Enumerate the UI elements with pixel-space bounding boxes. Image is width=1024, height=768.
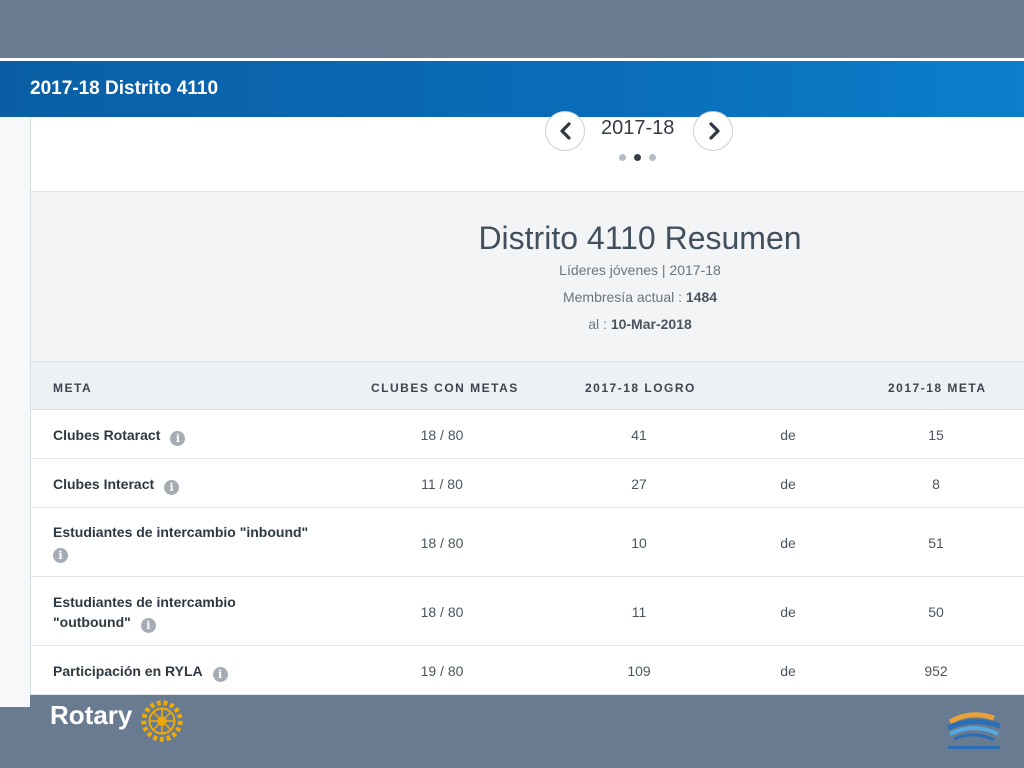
rotary-wheel-icon <box>141 700 183 742</box>
info-icon[interactable]: i <box>164 480 180 495</box>
table-header: META CLUBES CON METAS 2017-18 LOGRO 2017… <box>31 362 1024 410</box>
goal-name: Estudiantes de intercambio "inbound" i <box>53 522 343 563</box>
target-value: 51 <box>928 535 944 551</box>
clubes-value: 18 / 80 <box>420 427 464 443</box>
membership-label: Membresía actual : <box>562 289 686 305</box>
de-text: de <box>780 476 796 492</box>
membership-line: Membresía actual : 1484 <box>31 289 1024 305</box>
goal-name-text: Clubes Interact <box>53 476 155 492</box>
date-value: 10-Mar-2018 <box>610 316 692 332</box>
table-row: Clubes Rotaract i 18 / 80 41 de 15 <box>31 410 1024 459</box>
info-icon[interactable]: i <box>170 431 186 446</box>
year-dots <box>619 148 664 161</box>
logro-value: 11 <box>631 604 647 620</box>
clubes-value: 18 / 80 <box>420 604 464 620</box>
summary-title: Distrito 4110 Resumen <box>478 220 802 256</box>
table-row: Estudiantes de intercambio "inbound" i 18… <box>31 508 1024 577</box>
clubes-value: 18 / 80 <box>420 535 464 551</box>
table-row: Estudiantes de intercambio "outbound" i 1… <box>31 577 1024 646</box>
de-text: de <box>780 535 796 551</box>
page-title: 2017-18 Distrito 4110 <box>30 78 219 99</box>
year-selector: 2017-18 <box>31 111 1024 192</box>
year-label: 2017-18 <box>601 117 675 139</box>
de-text: de <box>780 604 796 620</box>
goal-name-text: Clubes Rotaract <box>53 427 161 443</box>
year-dot[interactable] <box>619 154 626 161</box>
info-icon[interactable]: i <box>212 667 228 682</box>
year-dot[interactable] <box>649 154 656 161</box>
goal-name-text: Participación en RYLA <box>53 663 203 679</box>
goal-name: Estudiantes de intercambio "outbound" i <box>53 592 273 633</box>
column-header-logro[interactable]: 2017-18 LOGRO <box>585 381 696 395</box>
target-value: 15 <box>928 427 944 443</box>
prev-year-button[interactable] <box>545 111 585 151</box>
content-panel: 2017-18 Distrito 4110 Resumen Líderes jó… <box>30 111 1024 695</box>
membership-value: 1484 <box>685 289 718 305</box>
logro-value: 27 <box>631 476 647 492</box>
clubes-value: 11 / 80 <box>421 476 463 492</box>
de-text: de <box>780 427 796 443</box>
goal-name-text: Estudiantes de intercambio "inbound" <box>53 524 309 540</box>
clubes-value: 19 / 80 <box>420 663 464 679</box>
column-header-target[interactable]: 2017-18 META <box>888 381 986 395</box>
column-header-meta[interactable]: META <box>53 381 92 395</box>
chevron-left-icon <box>560 122 571 140</box>
de-text: de <box>780 663 796 679</box>
left-gutter <box>0 117 30 707</box>
year-dot-active[interactable] <box>634 154 641 161</box>
table-row: Clubes Interact i 11 / 80 27 de 8 <box>31 459 1024 508</box>
date-label: al : <box>588 316 611 332</box>
top-band <box>0 0 1024 58</box>
info-icon[interactable]: i <box>53 548 68 563</box>
target-value: 952 <box>924 663 948 679</box>
table-row: Participación en RYLA i 19 / 80 109 de 95… <box>31 646 1024 695</box>
theme-logo-icon <box>946 712 1001 749</box>
logro-value: 41 <box>631 427 647 443</box>
logro-value: 109 <box>627 663 651 679</box>
next-year-button[interactable] <box>693 111 733 151</box>
date-line: al : 10-Mar-2018 <box>31 316 1024 332</box>
goal-name: Clubes Interact i <box>53 474 343 495</box>
goal-name: Participación en RYLA i <box>53 661 343 682</box>
summary-subtitle: Líderes jóvenes | 2017-18 <box>559 262 721 278</box>
logro-value: 10 <box>631 535 647 551</box>
summary-section: Distrito 4110 Resumen Líderes jóvenes | … <box>31 192 1024 362</box>
chevron-right-icon <box>709 122 720 140</box>
column-header-clubes[interactable]: CLUBES CON METAS <box>371 381 519 395</box>
target-value: 50 <box>928 604 944 620</box>
rotary-logo-text: Rotary <box>50 700 133 730</box>
target-value: 8 <box>932 476 940 492</box>
header-bar: 2017-18 Distrito 4110 <box>0 61 1024 117</box>
info-icon[interactable]: i <box>140 618 156 633</box>
goal-name: Clubes Rotaract i <box>53 425 343 446</box>
